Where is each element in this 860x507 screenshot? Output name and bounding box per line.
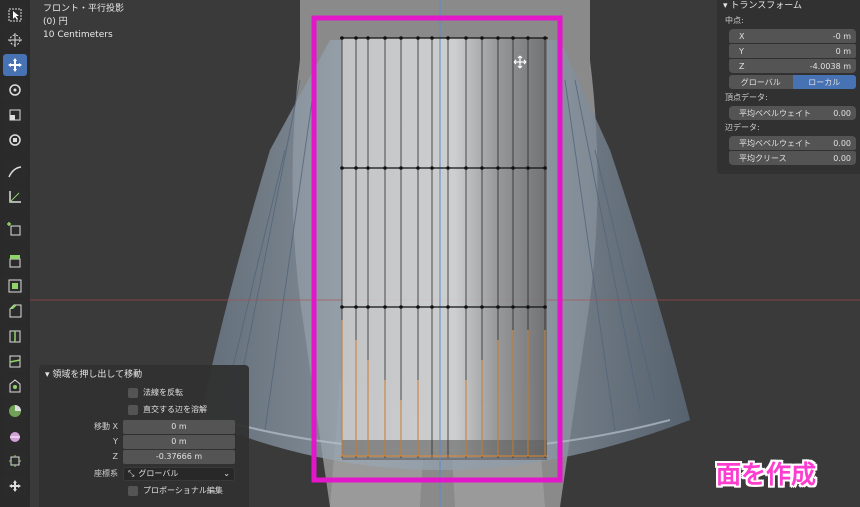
proportional-edit-label: プロポーショナル編集 [143, 486, 223, 495]
mean-crease-label: 平均クリース [739, 153, 787, 163]
transform-title: トランスフォーム [730, 1, 802, 11]
tool-shelf [0, 0, 30, 507]
spin-icon[interactable] [3, 400, 27, 422]
measure-icon[interactable] [3, 186, 27, 208]
orientation-dropdown[interactable]: ⤡ グローバル ⌄ [123, 466, 235, 481]
global-button[interactable]: グローバル [729, 75, 793, 89]
edge-data-label: 辺データ: [725, 123, 760, 132]
transform-panel: ▾ トランスフォーム 中点: X -0 m Y 0 m Z -4.0038 m … [717, 0, 860, 174]
dissolve-orthogonal-label: 直交する辺を溶解 [143, 405, 207, 414]
proportional-edit-checkbox[interactable]: プロポーショナル編集 [128, 485, 223, 496]
tutorial-caption: 面を作成 [716, 460, 817, 489]
viewport-info: フロント・平行投影 (0) 円 10 Centimeters [43, 3, 124, 42]
orientation-value: グローバル [138, 469, 179, 478]
median-x-value: -0 m [832, 31, 851, 41]
move-z-field[interactable]: -0.37666 m [123, 449, 235, 464]
checkbox-icon [128, 485, 138, 496]
mean-crease-field[interactable]: 平均クリース 0.00 [729, 151, 856, 165]
chevron-down-icon: ⌄ [223, 469, 230, 478]
space-toggle: グローバル ローカル [729, 75, 856, 89]
transform-icon[interactable] [3, 129, 27, 151]
move-x-field[interactable]: 0 m [123, 419, 235, 434]
cursor-select-icon[interactable] [3, 4, 27, 26]
vertex-bevel-weight-field[interactable]: 平均ベベルウェイト 0.00 [729, 106, 856, 120]
inset-faces-icon[interactable] [3, 275, 27, 297]
median-y-field[interactable]: Y 0 m [729, 44, 856, 58]
checkbox-icon [128, 387, 138, 398]
local-button[interactable]: ローカル [792, 75, 856, 89]
operator-title: 領域を押し出して移動 [52, 370, 143, 380]
median-z-field[interactable]: Z -4.0038 m [729, 59, 856, 73]
mean-crease-value: 0.00 [833, 153, 851, 163]
move-y-field[interactable]: 0 m [123, 434, 235, 449]
move-z-label: Z [112, 452, 118, 461]
3d-viewport[interactable]: フロント・平行投影 (0) 円 10 Centimeters ▾ トランスフォー… [0, 0, 860, 507]
median-z-value: -4.0038 m [809, 61, 851, 71]
shrink-fatten-icon[interactable] [3, 450, 27, 472]
flip-normals-checkbox[interactable]: 法線を反転 [128, 387, 183, 398]
median-y-label: Y [739, 46, 744, 56]
rotate-icon[interactable] [3, 79, 27, 101]
operator-panel: ▾ 領域を押し出して移動 法線を反転 直交する辺を溶解 移動 X 0 m Y 0… [39, 365, 249, 507]
extrude-region-icon[interactable] [3, 250, 27, 272]
scale-icon[interactable] [3, 104, 27, 126]
operator-panel-header[interactable]: ▾ 領域を押し出して移動 [45, 369, 243, 383]
median-y-value: 0 m [835, 46, 851, 56]
move-icon[interactable] [3, 54, 27, 76]
knife-icon[interactable] [3, 350, 27, 372]
orientation-label: 座標系 [94, 469, 118, 478]
axes-icon: ⤡ [128, 468, 135, 478]
flip-normals-label: 法線を反転 [143, 388, 183, 397]
median-label: 中点: [725, 16, 744, 25]
shear-icon[interactable] [3, 475, 27, 497]
dissolve-orthogonal-checkbox[interactable]: 直交する辺を溶解 [128, 404, 207, 415]
edge-bevel-weight-field[interactable]: 平均ベベルウェイト 0.00 [729, 136, 856, 150]
vertex-data-label: 頂点データ: [725, 93, 768, 102]
active-object: (0) 円 [43, 17, 68, 27]
vertex-bevel-weight-value: 0.00 [833, 108, 851, 118]
bevel-icon[interactable] [3, 300, 27, 322]
smooth-icon[interactable] [3, 425, 27, 447]
move-y-label: Y [113, 437, 118, 446]
3d-cursor-icon[interactable] [3, 29, 27, 51]
transform-panel-header[interactable]: ▾ トランスフォーム [723, 0, 856, 14]
median-z-label: Z [739, 61, 745, 71]
annotate-icon[interactable] [3, 161, 27, 183]
vertex-bevel-weight-label: 平均ベベルウェイト [739, 108, 811, 118]
edge-bevel-weight-value: 0.00 [833, 138, 851, 148]
poly-build-icon[interactable] [3, 375, 27, 397]
median-x-field[interactable]: X -0 m [729, 29, 856, 43]
move-x-label: 移動 X [93, 422, 118, 431]
median-x-label: X [739, 31, 745, 41]
add-cube-icon[interactable] [3, 218, 27, 240]
checkbox-icon [128, 404, 138, 415]
grid-scale: 10 Centimeters [43, 30, 113, 40]
view-projection: フロント・平行投影 [43, 4, 125, 14]
loop-cut-icon[interactable] [3, 325, 27, 347]
mesh-bottom [342, 440, 547, 460]
edge-bevel-weight-label: 平均ベベルウェイト [739, 138, 811, 148]
mesh-panel [342, 38, 547, 458]
